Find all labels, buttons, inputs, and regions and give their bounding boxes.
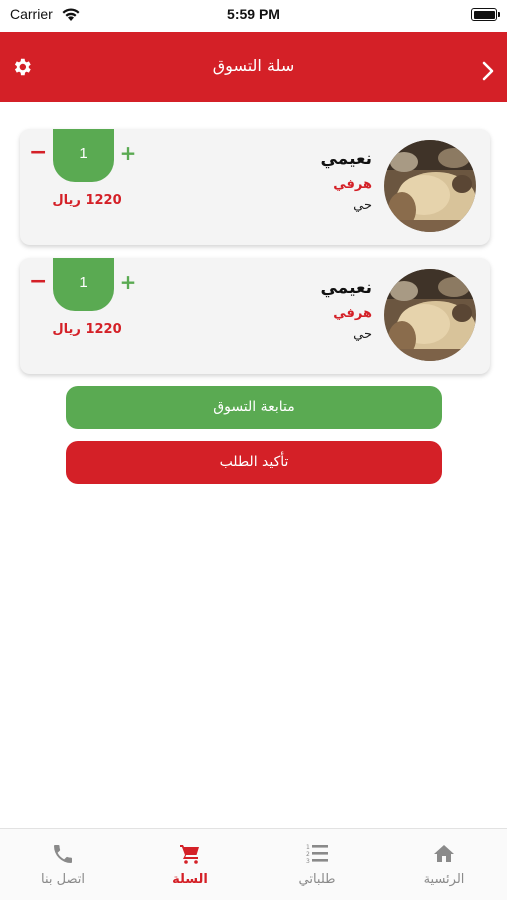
increase-quantity-button[interactable]: + (119, 143, 137, 163)
item-size: هرفي (333, 177, 372, 192)
tab-label: السلة (172, 872, 208, 887)
confirm-order-button[interactable]: تأكيد الطلب (66, 441, 442, 484)
quantity-value: 1 (79, 274, 88, 291)
sheep-image (384, 140, 476, 232)
item-name: نعيمي (320, 149, 372, 169)
tab-home[interactable]: الرئسية (381, 829, 507, 900)
status-bar: Carrier 5:59 PM (0, 0, 507, 30)
tab-label: طلباتي (298, 872, 336, 887)
item-state: حي (353, 198, 372, 213)
home-icon (434, 845, 454, 862)
cart-icon (180, 845, 199, 864)
item-name: نعيمي (320, 278, 372, 298)
item-size: هرفي (333, 306, 372, 321)
quantity-display: 1 (53, 258, 114, 311)
page-title: سلة التسوق (212, 56, 295, 75)
cart-item-card: نعيمي هرفي حي − 1 + 1220 ريال (20, 258, 490, 374)
increase-quantity-button[interactable]: + (119, 272, 137, 292)
svg-text:2: 2 (306, 851, 310, 858)
decrease-quantity-button[interactable]: − (29, 271, 47, 293)
tab-label: الرئسية (423, 872, 465, 887)
battery-icon (471, 8, 500, 21)
tab-cart[interactable]: السلة (127, 829, 253, 900)
sheep-image (384, 269, 476, 361)
item-state: حي (353, 327, 372, 342)
svg-text:1: 1 (306, 844, 310, 851)
chevron-right-icon[interactable] (481, 60, 495, 82)
tab-contact[interactable]: اتصل بنا (0, 829, 126, 900)
item-price: 1220 ريال (52, 322, 122, 337)
item-price: 1220 ريال (52, 193, 122, 208)
continue-shopping-button[interactable]: متابعة التسوق (66, 386, 442, 429)
quantity-value: 1 (79, 145, 88, 162)
svg-text:3: 3 (306, 858, 310, 865)
tab-label: اتصل بنا (41, 872, 85, 887)
quantity-display: 1 (53, 129, 114, 182)
list-icon: 1 2 3 (306, 844, 328, 865)
app-header: سلة التسوق (0, 32, 507, 102)
tab-bar: اتصل بنا السلة 1 2 3 طلباتي الرئسية (0, 828, 507, 900)
cart-item-card: نعيمي هرفي حي − 1 + 1220 ريال (20, 129, 490, 245)
tab-orders[interactable]: 1 2 3 طلباتي (254, 829, 380, 900)
phone-icon (54, 845, 72, 863)
clock: 5:59 PM (227, 6, 280, 22)
decrease-quantity-button[interactable]: − (29, 142, 47, 164)
